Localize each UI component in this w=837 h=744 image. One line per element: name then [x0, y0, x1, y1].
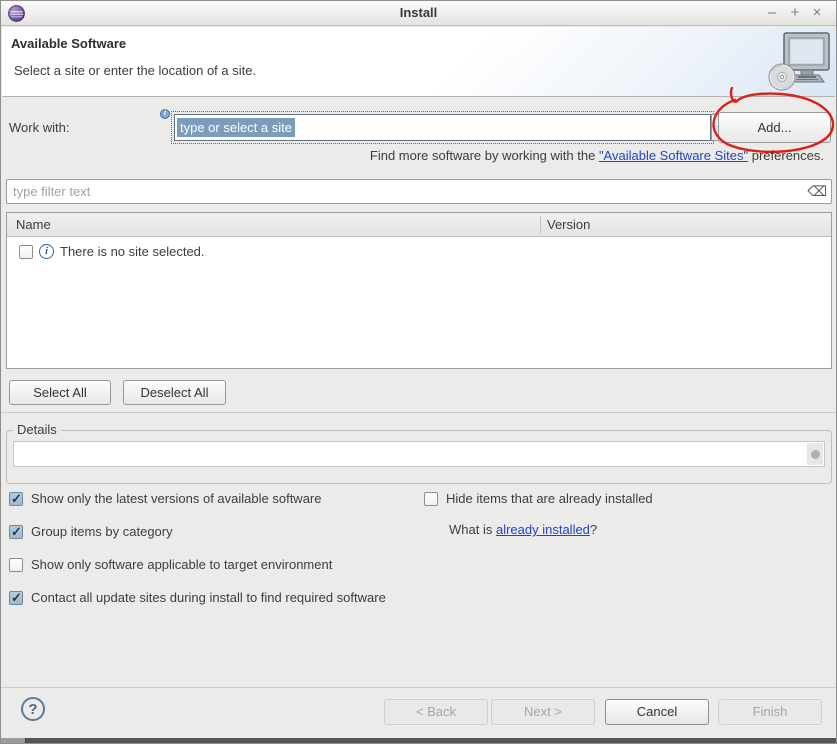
- back-button: < Back: [384, 699, 488, 725]
- option-label: Show only software applicable to target …: [31, 557, 332, 572]
- details-scrollbar[interactable]: [807, 443, 823, 465]
- whatis-suffix: ?: [590, 522, 597, 537]
- minimize-button[interactable]: –: [762, 3, 782, 23]
- option-group-by-category[interactable]: Group items by category: [9, 524, 173, 539]
- close-button[interactable]: ×: [807, 3, 827, 23]
- row-checkbox[interactable]: [19, 245, 33, 259]
- checkbox-checked[interactable]: [9, 492, 23, 506]
- available-software-sites-link[interactable]: "Available Software Sites": [599, 148, 748, 163]
- resize-grip[interactable]: [1, 738, 26, 743]
- work-with-value[interactable]: type or select a site: [177, 118, 295, 137]
- add-button[interactable]: Add...: [718, 112, 831, 143]
- install-dialog: Install – + × Available Software Select …: [0, 0, 837, 744]
- filter-input[interactable]: type filter text ⌫: [6, 179, 832, 204]
- maximize-button[interactable]: +: [785, 3, 805, 23]
- work-with-label: Work with:: [9, 120, 69, 135]
- column-version[interactable]: Version: [547, 217, 590, 232]
- hint-suffix: preferences.: [748, 148, 824, 163]
- next-button: Next >: [491, 699, 595, 725]
- checkbox-unchecked[interactable]: [9, 558, 23, 572]
- details-textarea[interactable]: [13, 441, 825, 467]
- already-installed-link[interactable]: already installed: [496, 522, 590, 537]
- option-label: Hide items that are already installed: [446, 491, 653, 506]
- page-subtitle: Select a site or enter the location of a…: [14, 63, 256, 78]
- scroll-thumb[interactable]: [811, 450, 820, 459]
- filter-placeholder: type filter text: [13, 184, 90, 199]
- checkbox-unchecked[interactable]: [424, 492, 438, 506]
- page-title: Available Software: [11, 36, 126, 51]
- option-contact-update-sites[interactable]: Contact all update sites during install …: [9, 590, 386, 605]
- option-target-environment[interactable]: Show only software applicable to target …: [9, 557, 332, 572]
- option-label: Contact all update sites during install …: [31, 590, 386, 605]
- title-bar: Install – + ×: [1, 1, 836, 26]
- wizard-header: Available Software Select a site or ente…: [2, 27, 835, 97]
- find-more-text: Find more software by working with the "…: [370, 148, 824, 163]
- help-button[interactable]: ?: [21, 697, 45, 721]
- software-table: Name Version i There is no site selected…: [6, 212, 832, 369]
- window-title: Install: [1, 5, 836, 20]
- hint-prefix: Find more software by working with the: [370, 148, 599, 163]
- install-software-icon: [768, 31, 832, 93]
- row-label: There is no site selected.: [60, 244, 205, 259]
- details-label: Details: [13, 422, 61, 437]
- window-bottom-edge: [1, 738, 836, 743]
- info-icon: i: [39, 244, 54, 259]
- deselect-all-button[interactable]: Deselect All: [123, 380, 226, 405]
- option-label: Group items by category: [31, 524, 173, 539]
- option-hide-installed[interactable]: Hide items that are already installed: [424, 491, 653, 506]
- clear-filter-icon[interactable]: ⌫: [807, 183, 827, 200]
- column-divider[interactable]: [540, 216, 541, 234]
- select-all-button[interactable]: Select All: [9, 380, 111, 405]
- checkbox-checked[interactable]: [9, 591, 23, 605]
- option-latest-versions[interactable]: Show only the latest versions of availab…: [9, 491, 322, 506]
- cancel-button[interactable]: Cancel: [605, 699, 709, 725]
- whatis-prefix: What is: [449, 522, 496, 537]
- checkbox-checked[interactable]: [9, 525, 23, 539]
- work-with-combo[interactable]: type or select a site: [174, 114, 711, 141]
- table-row[interactable]: i There is no site selected.: [19, 244, 205, 259]
- column-name[interactable]: Name: [16, 217, 51, 232]
- table-header: Name Version: [7, 213, 831, 237]
- footer-divider: [1, 687, 836, 688]
- finish-button: Finish: [718, 699, 822, 725]
- option-label: Show only the latest versions of availab…: [31, 491, 322, 506]
- content-assist-info-icon: i: [160, 109, 170, 119]
- divider: [1, 412, 836, 413]
- what-is-installed-text: What is already installed?: [449, 522, 597, 537]
